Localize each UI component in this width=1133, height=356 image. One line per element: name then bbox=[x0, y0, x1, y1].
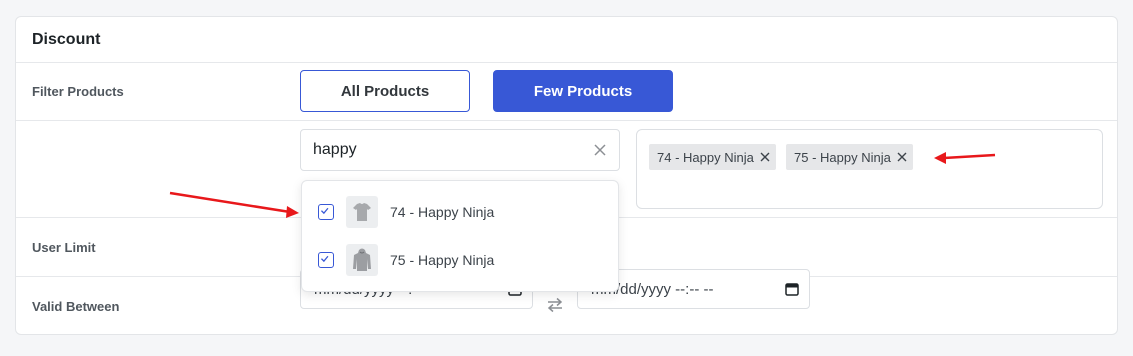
dropdown-option[interactable]: 75 - Happy Ninja bbox=[302, 239, 618, 283]
option-label: 74 - Happy Ninja bbox=[390, 204, 495, 220]
hoodie-thumbnail bbox=[346, 244, 378, 276]
divider bbox=[16, 120, 1117, 121]
valid-between-label: Valid Between bbox=[32, 299, 120, 314]
chip-label: 74 - Happy Ninja bbox=[657, 149, 754, 165]
check-icon bbox=[320, 255, 329, 263]
remove-chip-icon[interactable] bbox=[760, 152, 770, 162]
check-icon bbox=[320, 207, 329, 215]
selected-product-chip: 74 - Happy Ninja bbox=[649, 144, 776, 170]
chip-label: 75 - Happy Ninja bbox=[794, 149, 891, 165]
divider bbox=[16, 62, 1117, 63]
dropdown-option[interactable]: 74 - Happy Ninja bbox=[302, 191, 618, 235]
filter-products-label: Filter Products bbox=[32, 84, 124, 99]
selected-products-box: 74 - Happy Ninja 75 - Happy Ninja bbox=[636, 129, 1103, 209]
user-limit-label: User Limit bbox=[32, 240, 96, 255]
swap-icon bbox=[547, 297, 563, 313]
few-products-button[interactable]: Few Products bbox=[493, 70, 673, 112]
calendar-icon[interactable] bbox=[785, 282, 799, 296]
selected-product-chip: 75 - Happy Ninja bbox=[786, 144, 913, 170]
section-title: Discount bbox=[32, 31, 101, 48]
close-icon[interactable] bbox=[593, 143, 607, 157]
all-products-button[interactable]: All Products bbox=[300, 70, 470, 112]
product-search-input[interactable] bbox=[313, 130, 583, 170]
option-checkbox[interactable] bbox=[318, 252, 334, 268]
tshirt-icon bbox=[353, 203, 371, 221]
option-label: 75 - Happy Ninja bbox=[390, 252, 495, 268]
hoodie-icon bbox=[353, 248, 371, 271]
option-checkbox[interactable] bbox=[318, 204, 334, 220]
product-search-box bbox=[300, 129, 620, 171]
remove-chip-icon[interactable] bbox=[897, 152, 907, 162]
search-results-dropdown: 74 - Happy Ninja 75 - Happy Ninja bbox=[301, 180, 619, 292]
tshirt-thumbnail bbox=[346, 196, 378, 228]
